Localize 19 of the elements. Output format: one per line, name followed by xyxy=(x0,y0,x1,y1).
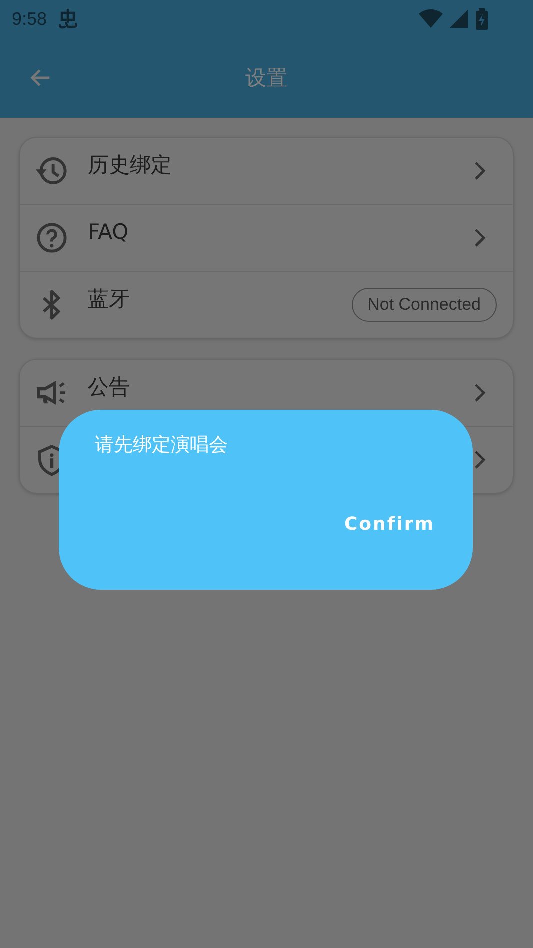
chevron-right-icon xyxy=(473,161,487,181)
wifi-icon xyxy=(419,9,443,29)
row-label: 历史绑定 xyxy=(88,154,172,178)
page-title: 设置 xyxy=(246,65,288,92)
row-label: FAQ xyxy=(88,221,129,245)
dialog-message: 请先绑定演唱会 xyxy=(95,433,229,458)
chevron-right-icon xyxy=(473,383,487,403)
history-icon xyxy=(36,155,68,187)
row-label: 蓝牙 xyxy=(88,288,130,312)
battery-icon xyxy=(475,8,489,30)
chevron-right-icon xyxy=(473,450,487,470)
help-icon xyxy=(36,222,68,254)
chevron-right-icon xyxy=(473,228,487,248)
status-badge: Not Connected xyxy=(352,288,497,322)
notification-icon xyxy=(57,8,80,30)
signal-icon xyxy=(449,9,469,29)
confirm-button[interactable]: Confirm xyxy=(338,510,441,539)
status-time: 9:58 xyxy=(12,8,48,30)
row-label: 公告 xyxy=(88,376,130,400)
